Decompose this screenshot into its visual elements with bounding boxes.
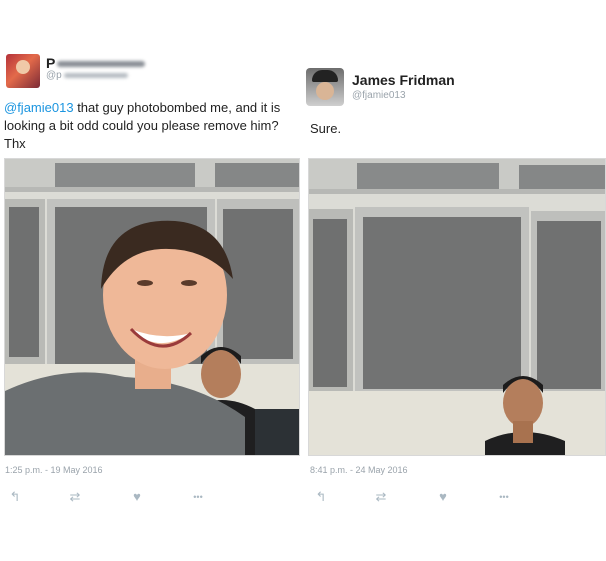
- blurred-name: [57, 61, 146, 68]
- mention-link[interactable]: @fjamie013: [4, 100, 74, 115]
- user-handle[interactable]: @p: [46, 70, 128, 81]
- tweet-text: @fjamie013 that guy photobombed me, and …: [4, 100, 281, 151]
- more-icon[interactable]: •••: [492, 488, 516, 506]
- retweet-icon[interactable]: ⇄: [66, 488, 84, 506]
- tweet-photo[interactable]: [4, 158, 300, 456]
- reply-icon[interactable]: ↰: [6, 488, 24, 506]
- user-avatar[interactable]: [6, 54, 40, 88]
- tweet-actions: ↰ ⇄ ♥ •••: [304, 488, 604, 506]
- tweet-photo[interactable]: [308, 158, 606, 456]
- user-name[interactable]: James Fridman: [352, 72, 455, 88]
- tweet-timestamp[interactable]: 1:25 p.m. - 19 May 2016: [5, 465, 103, 475]
- user-name[interactable]: P: [46, 55, 146, 71]
- more-icon[interactable]: •••: [186, 488, 210, 506]
- tweet-text: Sure.: [310, 121, 342, 136]
- tweet-actions: ↰ ⇄ ♥ •••: [0, 488, 300, 506]
- reply-icon[interactable]: ↰: [312, 488, 330, 506]
- like-icon[interactable]: ♥: [128, 488, 146, 506]
- like-icon[interactable]: ♥: [434, 488, 452, 506]
- tweet-timestamp[interactable]: 8:41 p.m. - 24 May 2016: [310, 465, 408, 475]
- user-handle[interactable]: @fjamie013: [352, 90, 406, 101]
- original-tweet: P @p @fjamie013 that guy photobombed me,…: [0, 0, 302, 561]
- user-avatar[interactable]: [306, 68, 344, 106]
- blurred-handle: [63, 72, 128, 78]
- retweet-icon[interactable]: ⇄: [372, 488, 390, 506]
- reply-tweet: James Fridman @fjamie013 Sure. 8:41 p.m.…: [304, 0, 606, 561]
